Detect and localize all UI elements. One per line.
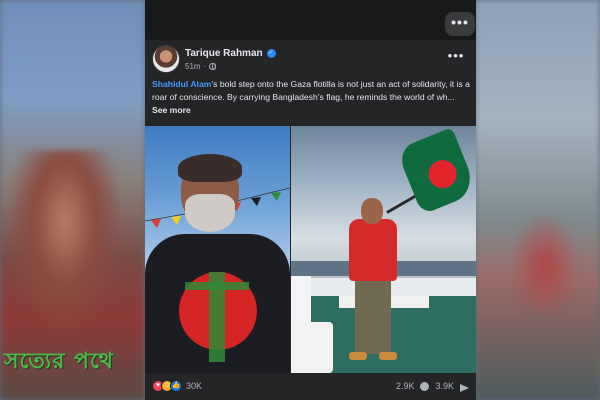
comment-icon — [420, 381, 430, 391]
avatar[interactable] — [152, 45, 180, 73]
post-photo-left[interactable] — [145, 126, 290, 373]
man-red-tshirt — [349, 219, 397, 281]
background-left-blur — [0, 0, 145, 400]
man-beard — [185, 194, 235, 232]
man-face — [361, 198, 383, 224]
reactions-summary[interactable]: ♥ ☺ 👍 30K — [152, 379, 202, 393]
share-icon — [460, 382, 469, 392]
man-hair — [178, 154, 242, 182]
post-more-options-button[interactable]: ••• — [445, 48, 467, 64]
man-shoe — [379, 352, 397, 360]
globe-icon — [209, 62, 217, 70]
verified-badge-icon: ✓ — [266, 48, 276, 58]
watermark-logo: সত্যের পথে — [4, 349, 115, 374]
like-icon: 👍 — [170, 380, 182, 392]
comment-count[interactable]: 2.9K — [396, 381, 415, 391]
author-row: Tarique Rahman ✓ — [185, 46, 276, 60]
share-count[interactable]: 3.9K — [435, 381, 454, 391]
tshirt-figure — [209, 272, 225, 362]
reaction-count: 30K — [186, 381, 203, 391]
background-right-blur — [475, 0, 600, 400]
facebook-post-card: ••• Tarique Rahman ✓ 51m · ••• Shahidul … — [145, 0, 476, 400]
post-photo-right[interactable] — [291, 126, 476, 373]
post-footer: ♥ ☺ 👍 30K 2.9K 3.9K — [145, 373, 476, 400]
post-meta: 51m · — [185, 60, 217, 72]
engagement-stats: 2.9K 3.9K — [396, 379, 469, 393]
post-header: Tarique Rahman ✓ 51m · ••• — [145, 42, 476, 76]
post-text: Shahidul Alam’s bold step onto the Gaza … — [152, 78, 472, 117]
top-bar: ••• — [145, 0, 476, 40]
deck-chair — [291, 322, 333, 373]
see-more-link[interactable]: See more — [152, 105, 191, 115]
man-shoe — [349, 352, 367, 360]
top-more-options-button[interactable]: ••• — [445, 12, 475, 36]
author-name[interactable]: Tarique Rahman — [185, 48, 263, 59]
post-time[interactable]: 51m — [185, 62, 201, 71]
man-legs — [355, 278, 391, 354]
mention-link[interactable]: Shahidul Alam — [152, 79, 211, 89]
flag-red-disc — [424, 155, 461, 193]
